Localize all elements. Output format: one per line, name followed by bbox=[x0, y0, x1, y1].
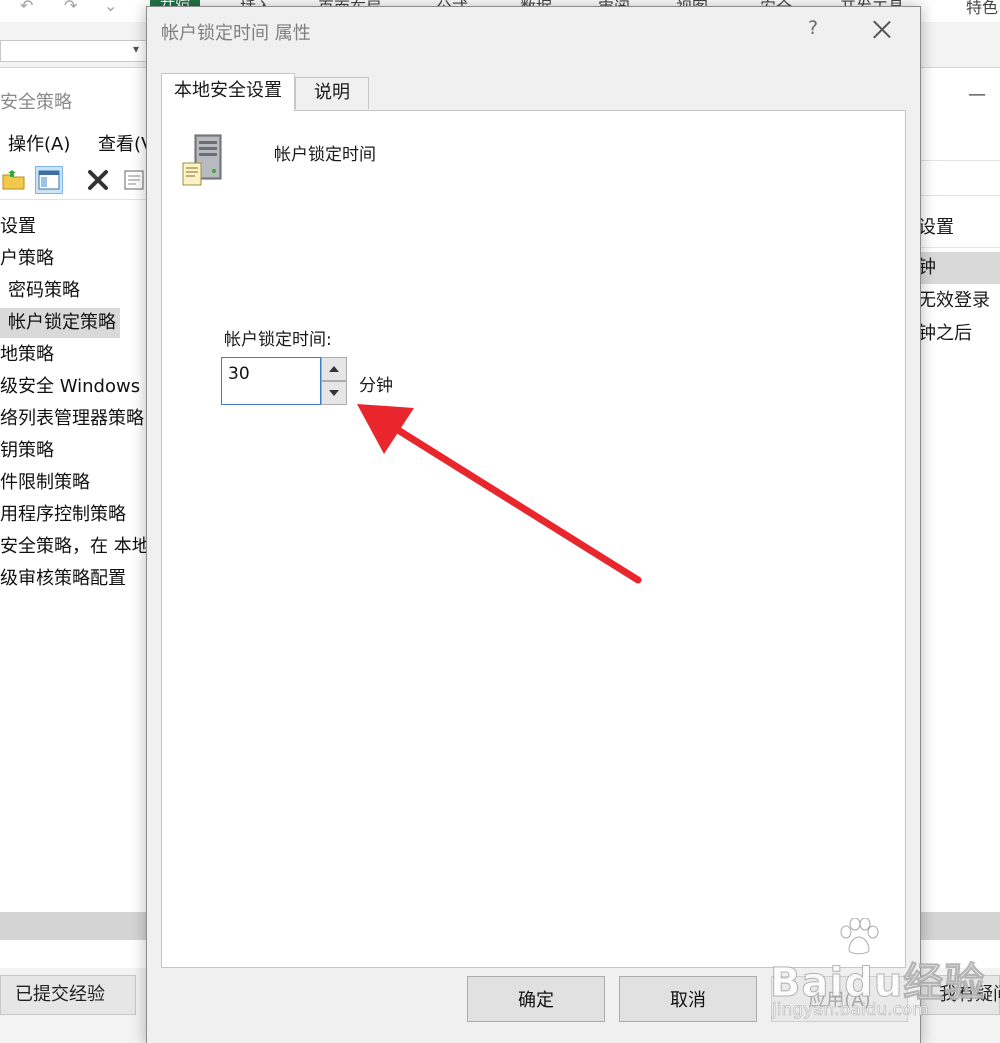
show-hide-tree-icon[interactable] bbox=[35, 166, 63, 194]
list-item[interactable]: 钟之后 bbox=[918, 318, 1000, 350]
column-header-setting[interactable]: 设置 bbox=[918, 204, 1000, 248]
tree-item-software-restriction[interactable]: 件限制策略 bbox=[0, 468, 90, 498]
policy-name: 帐户锁定时间 bbox=[274, 145, 376, 165]
server-policy-icon bbox=[181, 133, 233, 189]
toolbar bbox=[0, 160, 150, 200]
properties-dialog: 帐户锁定时间 属性 ? 本地安全设置 说明 帐户锁定时间 帐户锁定时间: 分钟 bbox=[146, 6, 921, 1043]
submitted-experience-tab[interactable]: 已提交经验 bbox=[0, 975, 136, 1015]
ok-button[interactable]: 确定 bbox=[467, 976, 605, 1022]
list-item[interactable]: 钟 bbox=[918, 252, 1000, 284]
arrow-up-icon bbox=[329, 366, 339, 372]
window-title: 安全策略 bbox=[0, 92, 72, 113]
menu-action[interactable]: 操作(A) bbox=[8, 130, 70, 156]
tree-item-settings[interactable]: 设置 bbox=[0, 212, 36, 242]
question-tab[interactable]: 我有疑问 bbox=[908, 975, 1000, 1015]
tree-item-public-key-policies[interactable]: 钥策略 bbox=[0, 436, 54, 466]
chevron-down-icon[interactable]: ▾ bbox=[133, 42, 139, 56]
right-toolbar-area bbox=[918, 160, 1000, 196]
tab-panel bbox=[161, 110, 906, 968]
apply-button[interactable]: 应用(A) bbox=[771, 976, 908, 1022]
unit-label: 分钟 bbox=[359, 376, 393, 396]
minimize-icon[interactable]: — bbox=[968, 84, 986, 105]
close-icon[interactable] bbox=[867, 15, 897, 45]
tree-item-advanced-audit[interactable]: 级审核策略配置 bbox=[0, 564, 126, 594]
chevron-down-icon[interactable]: ⌄ bbox=[104, 0, 117, 15]
tree-item-ip-security[interactable]: 安全策略，在 本地 bbox=[0, 532, 147, 562]
tree-item-account-policies[interactable]: 户策略 bbox=[0, 244, 54, 274]
arrow-down-icon bbox=[329, 390, 339, 396]
spin-down-button[interactable] bbox=[321, 381, 347, 405]
cancel-button[interactable]: 取消 bbox=[619, 976, 757, 1022]
policy-list: 设置 钟 无效登录 钟之后 bbox=[918, 204, 1000, 916]
tree-item-network-list-manager[interactable]: 络列表管理器策略 bbox=[0, 404, 144, 434]
properties-icon[interactable] bbox=[120, 166, 148, 194]
tab-explain[interactable]: 说明 bbox=[295, 77, 369, 109]
tree-item-password-policy[interactable]: 密码策略 bbox=[8, 276, 80, 306]
tree-item-windows-firewall[interactable]: 级安全 Windows bbox=[0, 372, 140, 402]
delete-icon[interactable] bbox=[84, 166, 112, 194]
policy-tree: 设置 户策略 密码策略 帐户锁定策略 地策略 级安全 Windows 络列表管理… bbox=[0, 204, 148, 916]
ribbon-tab-features[interactable]: 特色 bbox=[966, 0, 998, 18]
up-folder-icon[interactable] bbox=[0, 166, 28, 194]
name-box[interactable]: ▾ bbox=[0, 40, 148, 62]
undo-icon[interactable]: ↶ bbox=[20, 0, 33, 15]
help-button[interactable]: ? bbox=[803, 17, 823, 43]
list-item[interactable]: 无效登录 bbox=[918, 285, 1000, 317]
tree-item-application-control[interactable]: 用程序控制策略 bbox=[0, 500, 126, 530]
tree-scrollbar[interactable] bbox=[0, 912, 148, 940]
lockout-duration-input[interactable] bbox=[221, 357, 321, 405]
spin-up-button[interactable] bbox=[321, 357, 347, 381]
list-scrollbar[interactable] bbox=[918, 912, 1000, 940]
tab-local-security-setting[interactable]: 本地安全设置 bbox=[161, 73, 295, 111]
tree-item-local-policies[interactable]: 地策略 bbox=[0, 340, 54, 370]
lockout-duration-label: 帐户锁定时间: bbox=[224, 330, 332, 350]
dialog-title: 帐户锁定时间 属性 bbox=[161, 23, 311, 44]
redo-icon[interactable]: ↷ bbox=[64, 0, 77, 15]
tree-item-account-lockout-policy[interactable]: 帐户锁定策略 bbox=[0, 308, 120, 338]
